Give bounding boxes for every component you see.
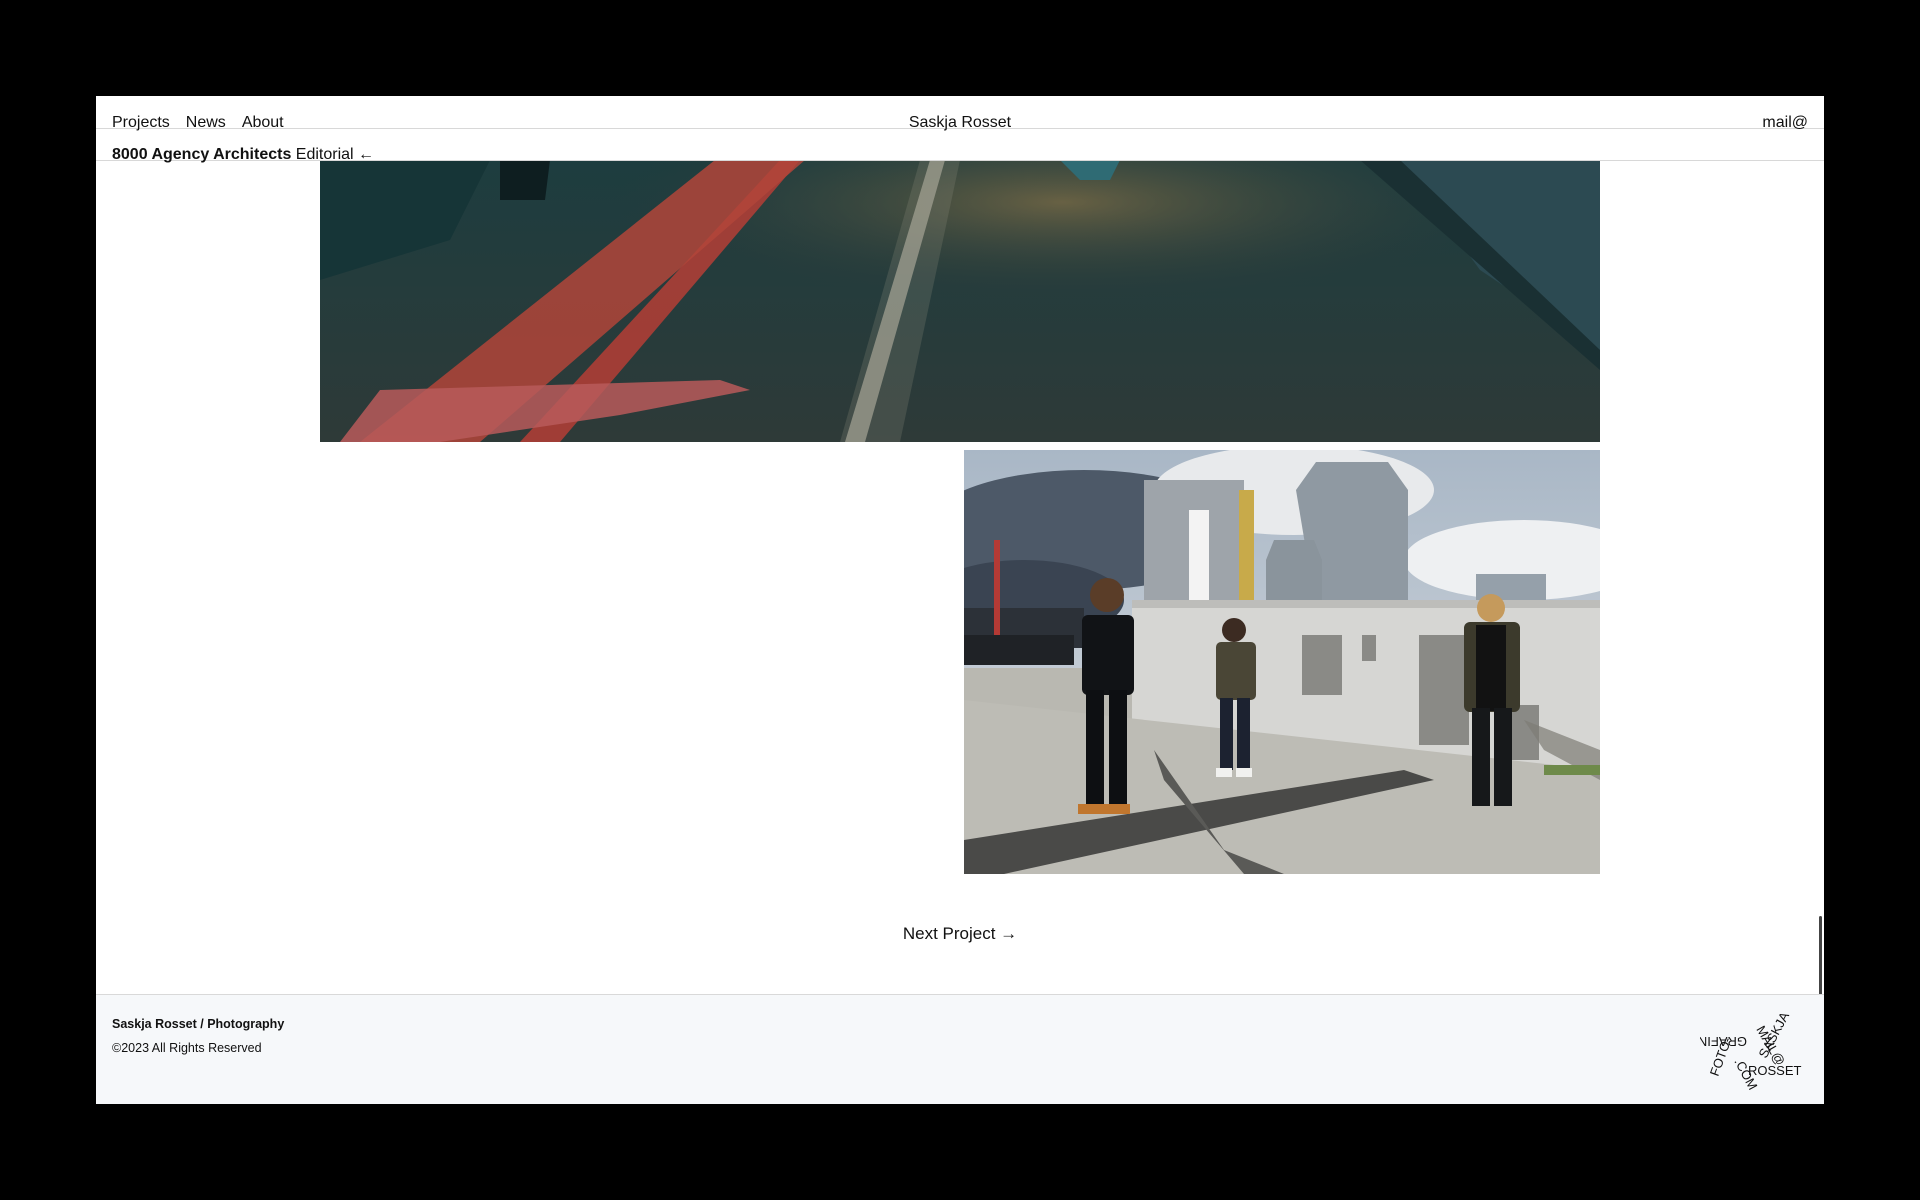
- logo-text-grafin: GRAFIN: [1700, 1034, 1747, 1049]
- footer-copyright: ©2023 All Rights Reserved: [112, 1041, 262, 1055]
- rooftop-portrait-image: [964, 450, 1600, 874]
- next-project-wrap: Next Project →: [96, 924, 1824, 944]
- project-title: 8000 Agency Architects: [112, 146, 292, 163]
- project-photo-rooftop-portrait: [964, 450, 1600, 874]
- mail-link[interactable]: mail@: [1762, 114, 1808, 132]
- site-title-wrap: Saskja Rosset: [96, 114, 1824, 132]
- project-heading: 8000 Agency Architects Editorial ←: [112, 146, 374, 164]
- browser-window: Projects News About Saskja Rosset mail@ …: [96, 96, 1824, 1104]
- parking-deck-image: [320, 160, 1600, 442]
- saskja-rosset-logo: SASKJA ROSSET FOTO- GRAFIN MAIL@ .COM: [1700, 1009, 1802, 1092]
- project-photo-parking-deck: [320, 160, 1600, 442]
- footer-name: Saskja Rosset / Photography: [112, 1017, 285, 1031]
- next-project-link[interactable]: Next Project →: [903, 924, 1017, 943]
- logo-word-grafin: GRAFIN: [1700, 1034, 1747, 1049]
- site-footer: Saskja Rosset / Photography ©2023 All Ri…: [96, 994, 1824, 1104]
- site-title[interactable]: Saskja Rosset: [909, 114, 1011, 131]
- project-category-link[interactable]: Editorial ←: [296, 146, 374, 163]
